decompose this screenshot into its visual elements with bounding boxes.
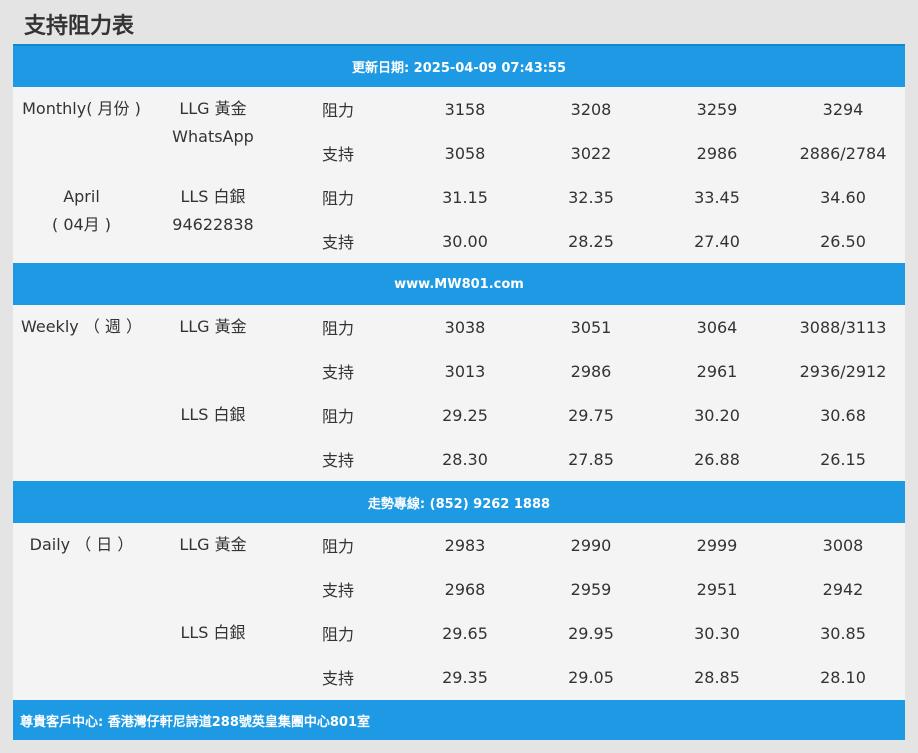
monthly-section: Monthly( 月份 ) April ( 04月 ) LLG 黃金 Whats…: [13, 87, 905, 263]
level-value: 3064: [696, 317, 738, 337]
table-row: 支持 2968 2959 2951 2942: [13, 567, 905, 611]
table-row: 支持 3013 2986 2961 2936/2912: [13, 349, 905, 393]
table-row: 阻力 29.65 29.95 30.30 30.85: [13, 611, 905, 655]
level-type: 阻力: [321, 407, 354, 426]
level-value: 3208: [570, 99, 612, 119]
table-row: 支持 29.35 29.05 28.85 28.10: [13, 655, 905, 699]
level-value: 2959: [570, 579, 612, 599]
level-value: 3088/3113: [799, 317, 887, 337]
level-value: 2951: [696, 579, 738, 599]
level-value: 2990: [570, 535, 612, 555]
hotline-banner: 走勢專線: (852) 9262 1888: [13, 481, 905, 523]
level-value: 2968: [444, 579, 486, 599]
level-value: 34.60: [820, 187, 866, 207]
level-type: 支持: [321, 145, 354, 164]
level-value: 29.75: [568, 405, 614, 425]
level-type: 阻力: [321, 537, 354, 556]
level-value: 3158: [444, 99, 486, 119]
website-banner: www.MW801.com: [13, 263, 905, 305]
level-value: 26.50: [820, 231, 866, 251]
table-row: 阻力 3158 3208 3259 3294: [13, 87, 905, 131]
level-value: 28.10: [820, 667, 866, 687]
level-value: 2983: [444, 535, 486, 555]
level-value: 29.65: [442, 623, 488, 643]
level-value: 2942: [822, 579, 864, 599]
level-value: 29.35: [442, 667, 488, 687]
level-value: 26.88: [694, 449, 740, 469]
level-value: 28.85: [694, 667, 740, 687]
level-value: 30.20: [694, 405, 740, 425]
level-type: 支持: [321, 363, 354, 382]
table-row: 支持 30.00 28.25 27.40 26.50: [13, 219, 905, 263]
level-value: 2986: [570, 361, 612, 381]
footer-address-banner: 尊貴客戶中心: 香港灣仔軒尼詩道288號英皇集團中心801室: [13, 700, 905, 740]
level-value: 26.15: [820, 449, 866, 469]
daily-section: Daily （ 日 ） LLG 黃金 LLS 白銀 阻力 2983 2990 2…: [13, 523, 905, 699]
level-value: 28.25: [568, 231, 614, 251]
level-value: 27.85: [568, 449, 614, 469]
level-value: 3038: [444, 317, 486, 337]
table-row: 阻力 29.25 29.75 30.20 30.68: [13, 393, 905, 437]
level-value: 32.35: [568, 187, 614, 207]
level-type: 阻力: [321, 625, 354, 644]
level-value: 30.68: [820, 405, 866, 425]
level-value: 3294: [822, 99, 864, 119]
level-value: 2999: [696, 535, 738, 555]
level-value: 3013: [444, 361, 486, 381]
level-value: 27.40: [694, 231, 740, 251]
level-value: 2961: [696, 361, 738, 381]
level-value: 3051: [570, 317, 612, 337]
level-value: 2936/2912: [799, 361, 887, 381]
level-value: 33.45: [694, 187, 740, 207]
level-type: 支持: [321, 581, 354, 600]
update-date-banner: 更新日期: 2025-04-09 07:43:55: [13, 44, 905, 87]
level-value: 30.30: [694, 623, 740, 643]
level-type: 阻力: [321, 319, 354, 338]
level-value: 29.05: [568, 667, 614, 687]
table-row: 支持 28.30 27.85 26.88 26.15: [13, 437, 905, 481]
table-row: 支持 3058 3022 2986 2886/2784: [13, 131, 905, 175]
table-row: 阻力 2983 2990 2999 3008: [13, 523, 905, 567]
level-value: 30.00: [442, 231, 488, 251]
level-value: 30.85: [820, 623, 866, 643]
level-value: 3008: [822, 535, 864, 555]
level-type: 支持: [321, 233, 354, 252]
table-row: 阻力 31.15 32.35 33.45 34.60: [13, 175, 905, 219]
page-title: 支持阻力表: [24, 14, 135, 39]
level-value: 31.15: [442, 187, 488, 207]
level-value: 2986: [696, 143, 738, 163]
level-value: 28.30: [442, 449, 488, 469]
level-type: 支持: [321, 451, 354, 470]
level-value: 29.25: [442, 405, 488, 425]
level-value: 3058: [444, 143, 486, 163]
weekly-section: Weekly （ 週 ） LLG 黃金 LLS 白銀 阻力 3038 3051 …: [13, 305, 905, 481]
level-value: 29.95: [568, 623, 614, 643]
level-value: 2886/2784: [799, 143, 887, 163]
level-value: 3259: [696, 99, 738, 119]
support-resistance-table: 更新日期: 2025-04-09 07:43:55 Monthly( 月份 ) …: [13, 44, 905, 740]
table-row: 阻力 3038 3051 3064 3088/3113: [13, 305, 905, 349]
level-value: 3022: [570, 143, 612, 163]
level-type: 支持: [321, 669, 354, 688]
level-type: 阻力: [321, 189, 354, 208]
level-type: 阻力: [321, 101, 354, 120]
